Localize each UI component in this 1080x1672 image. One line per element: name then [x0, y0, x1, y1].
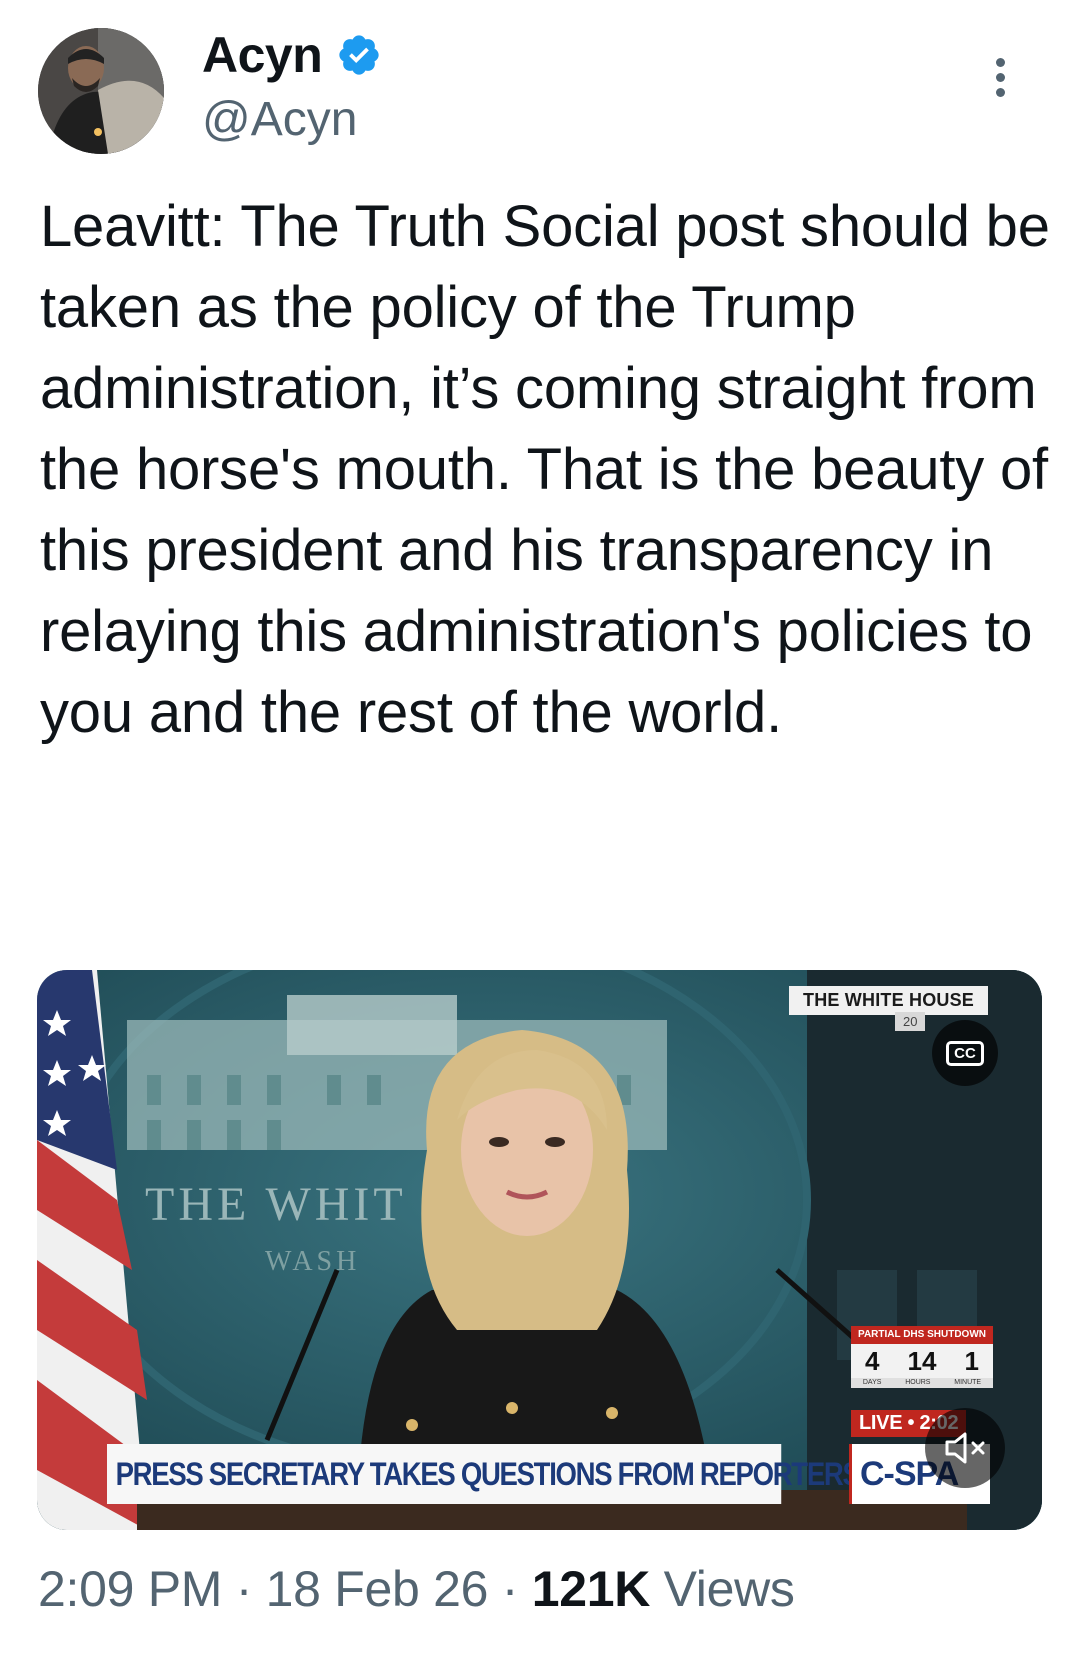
backdrop-text-1: THE WHIT	[145, 1178, 407, 1231]
verified-badge-icon	[339, 35, 379, 75]
display-name[interactable]: Acyn	[202, 26, 323, 84]
avatar[interactable]	[38, 28, 164, 154]
meta-separator-2: ·	[488, 1561, 532, 1617]
tweet-meta: 2:09 PM · 18 Feb 26 · 121K Views	[38, 1560, 795, 1618]
meta-separator: ·	[222, 1561, 266, 1617]
shutdown-countdown: PARTIAL DHS SHUTDOWN 4 14 1 DAYS HOURS M…	[851, 1326, 993, 1388]
tweet-time[interactable]: 2:09 PM	[38, 1561, 222, 1617]
unit-minute: MINUTE	[954, 1379, 982, 1386]
user-handle[interactable]: @Acyn	[202, 92, 357, 147]
speaker-muted-icon	[945, 1432, 985, 1464]
views-label: Views	[650, 1561, 795, 1617]
closed-captions-button[interactable]: CC	[932, 1020, 998, 1086]
countdown-days: 4	[865, 1346, 880, 1376]
video-player[interactable]: THE WHIT WASH THE WHITE HOUSE 20 CC PART…	[37, 970, 1042, 1530]
tweet-text: Leavitt: The Truth Social post should be…	[40, 194, 1050, 745]
name-row: Acyn	[202, 26, 382, 84]
unit-hours: HOURS	[905, 1379, 931, 1386]
backdrop-text-2: WASH	[265, 1246, 360, 1277]
countdown-title: PARTIAL DHS SHUTDOWN	[851, 1326, 993, 1344]
tweet-header: Acyn @Acyn	[0, 0, 1080, 170]
more-options-icon[interactable]	[990, 58, 1010, 104]
lower-third-text: PRESS SECRETARY TAKES QUESTIONS FROM REP…	[107, 1444, 861, 1504]
network-sublabel: 20	[895, 1012, 926, 1031]
unit-days: DAYS	[862, 1379, 882, 1386]
countdown-values: 4 14 1	[851, 1344, 993, 1378]
cc-icon: CC	[946, 1040, 984, 1066]
countdown-units: DAYS HOURS MINUTE	[851, 1378, 993, 1388]
network-label: THE WHITE HOUSE	[789, 986, 989, 1015]
views-count[interactable]: 121K	[532, 1561, 651, 1617]
countdown-hours: 14	[907, 1346, 937, 1376]
countdown-minutes: 1	[964, 1346, 979, 1376]
lower-third-banner: PRESS SECRETARY TAKES QUESTIONS FROM REP…	[107, 1444, 990, 1504]
avatar-image	[38, 28, 164, 154]
tweet-date[interactable]: 18 Feb 26	[266, 1561, 489, 1617]
mute-button[interactable]	[925, 1408, 1005, 1488]
